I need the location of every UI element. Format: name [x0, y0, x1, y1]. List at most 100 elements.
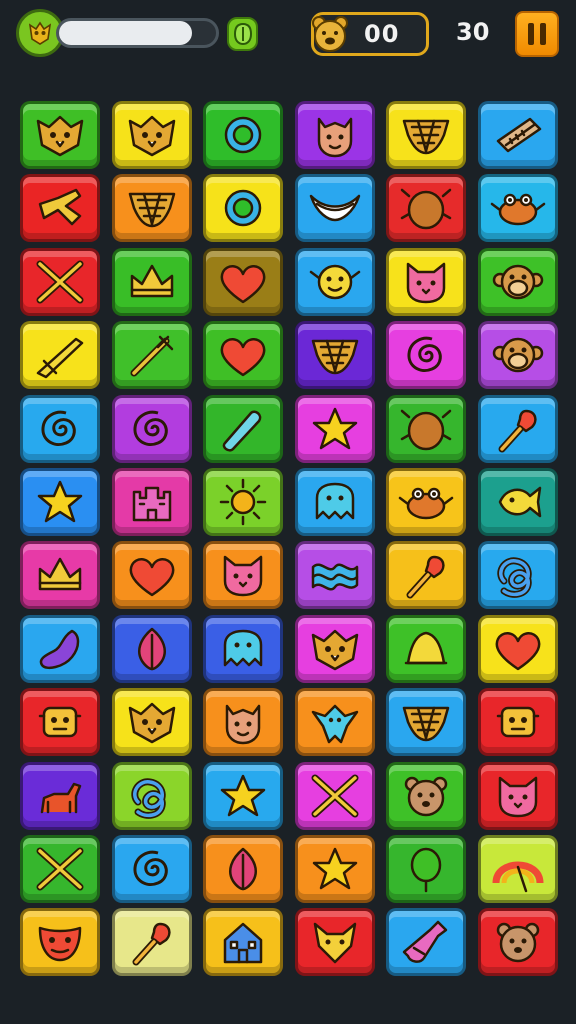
tile[interactable]	[20, 835, 100, 903]
tile[interactable]	[386, 688, 466, 756]
tile[interactable]	[203, 688, 283, 756]
tile[interactable]	[112, 541, 192, 609]
tile[interactable]	[295, 762, 375, 830]
tile[interactable]	[478, 835, 558, 903]
tile[interactable]	[112, 688, 192, 756]
tile[interactable]	[20, 908, 100, 976]
bird-icon	[311, 704, 359, 744]
tile[interactable]	[386, 908, 466, 976]
tile[interactable]	[386, 321, 466, 389]
eggplant-icon	[39, 629, 80, 669]
heart-icon	[495, 632, 541, 671]
tile[interactable]	[20, 541, 100, 609]
tile[interactable]	[203, 248, 283, 316]
boomerang-icon	[309, 194, 361, 222]
tile[interactable]	[478, 395, 558, 463]
tile[interactable]	[112, 101, 192, 169]
tile[interactable]	[203, 468, 283, 536]
tile[interactable]	[295, 395, 375, 463]
heart-icon	[129, 558, 175, 597]
tile[interactable]	[203, 321, 283, 389]
tile[interactable]	[20, 762, 100, 830]
tile[interactable]	[20, 615, 100, 683]
owl-icon	[311, 629, 359, 671]
tile[interactable]	[386, 468, 466, 536]
tile[interactable]	[386, 615, 466, 683]
goat-icon	[40, 782, 82, 814]
tile[interactable]	[478, 101, 558, 169]
tile[interactable]	[478, 541, 558, 609]
tile[interactable]	[20, 321, 100, 389]
tile[interactable]	[295, 321, 375, 389]
tile[interactable]	[478, 688, 558, 756]
tile[interactable]	[20, 395, 100, 463]
tile[interactable]	[295, 615, 375, 683]
tile[interactable]	[295, 835, 375, 903]
cross-swords-icon	[36, 260, 84, 304]
robot-icon	[38, 706, 82, 738]
tile[interactable]	[478, 468, 558, 536]
star-icon	[37, 480, 83, 523]
tile[interactable]	[295, 541, 375, 609]
cat-face-icon	[406, 262, 446, 304]
tile[interactable]	[112, 908, 192, 976]
bear-face-icon	[404, 776, 448, 817]
tile[interactable]	[112, 248, 192, 316]
tile[interactable]	[386, 101, 466, 169]
spiral-icon	[407, 336, 442, 372]
tile[interactable]	[478, 321, 558, 389]
balloon-icon	[410, 847, 442, 893]
leaf-icon	[229, 847, 257, 891]
tile[interactable]	[20, 688, 100, 756]
tile[interactable]	[20, 174, 100, 242]
tile[interactable]	[295, 908, 375, 976]
harmonica-icon	[496, 117, 542, 153]
tile[interactable]	[112, 174, 192, 242]
tile[interactable]	[112, 615, 192, 683]
tile[interactable]	[203, 615, 283, 683]
tile[interactable]	[203, 541, 283, 609]
tile[interactable]	[386, 248, 466, 316]
tile[interactable]	[295, 174, 375, 242]
tile[interactable]	[20, 248, 100, 316]
tile[interactable]	[112, 762, 192, 830]
tile[interactable]	[478, 174, 558, 242]
tile[interactable]	[203, 101, 283, 169]
tile[interactable]	[386, 395, 466, 463]
house-icon	[223, 922, 263, 964]
star-icon	[220, 774, 266, 817]
cat-face-icon	[498, 776, 538, 818]
tile[interactable]	[112, 835, 192, 903]
tile[interactable]	[386, 762, 466, 830]
tile[interactable]	[112, 468, 192, 536]
tile[interactable]	[478, 908, 558, 976]
tile[interactable]	[20, 468, 100, 536]
cross-swords-icon	[311, 774, 359, 818]
tile[interactable]	[20, 101, 100, 169]
tile[interactable]	[203, 908, 283, 976]
tile[interactable]	[112, 395, 192, 463]
tile[interactable]	[386, 174, 466, 242]
tile[interactable]	[203, 395, 283, 463]
tile[interactable]	[386, 541, 466, 609]
tile[interactable]	[478, 762, 558, 830]
tile[interactable]	[295, 101, 375, 169]
tile[interactable]	[478, 615, 558, 683]
crown-icon	[130, 264, 174, 298]
tile[interactable]	[203, 762, 283, 830]
shell-icon	[128, 192, 176, 228]
tile[interactable]	[295, 688, 375, 756]
crab-icon	[490, 193, 546, 226]
tile-board	[0, 0, 576, 1024]
bottle-icon	[402, 920, 448, 963]
dagger-icon	[38, 188, 82, 226]
tile[interactable]	[112, 321, 192, 389]
wave-icon	[311, 563, 359, 591]
tile[interactable]	[295, 468, 375, 536]
torch-icon	[132, 922, 171, 966]
tile[interactable]	[203, 174, 283, 242]
tile[interactable]	[478, 248, 558, 316]
tile[interactable]	[295, 248, 375, 316]
tile[interactable]	[203, 835, 283, 903]
tile[interactable]	[386, 835, 466, 903]
